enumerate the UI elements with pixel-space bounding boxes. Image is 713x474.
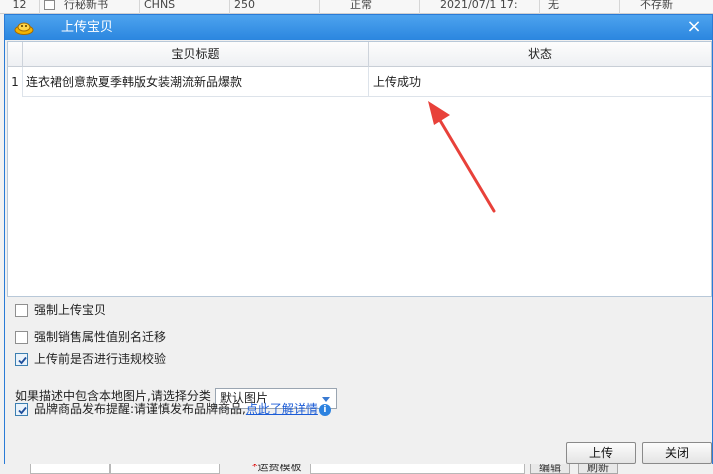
brand-reminder-text: 品牌商品发布提醒:请谨慎发布品牌商品,点此了解详情 i [34, 400, 331, 418]
brand-details-link[interactable]: 点此了解详情 [246, 402, 318, 416]
force-upload-label: 强制上传宝贝 [34, 303, 107, 317]
close-button[interactable]: 关闭 [642, 442, 712, 464]
checkmark-icon [18, 356, 27, 365]
header-index-cell [8, 42, 23, 67]
bg-cell-flag: 无 [540, 0, 620, 14]
background-table-row: 12 行秘新书 CHNS 250 正常 2021/07/1 17: 无 不存新 [0, 0, 713, 14]
bg-cell-extra: 不存新 [640, 0, 673, 11]
app-logo-icon [14, 22, 34, 35]
checkmark-icon [18, 406, 27, 415]
close-icon[interactable]: × [684, 18, 704, 36]
bg-cell-stock: 250 [230, 0, 320, 14]
column-header-status[interactable]: 状态 [369, 42, 711, 67]
column-header-title[interactable]: 宝贝标题 [23, 42, 369, 67]
dialog-title: 上传宝贝 [61, 20, 114, 35]
row-index: 1 [8, 67, 23, 97]
upload-dialog: 上传宝贝 × 宝贝标题 状态 1 连衣裙创意款夏季韩版女装潮流新品爆款 上传成功… [4, 14, 713, 464]
force-alias-migrate-checkbox[interactable] [15, 331, 28, 344]
table-row[interactable]: 1 连衣裙创意款夏季韩版女装潮流新品爆款 上传成功 [8, 67, 711, 97]
pre-upload-check-label: 上传前是否进行违规校验 [34, 352, 167, 366]
row-status: 上传成功 [373, 75, 422, 89]
upload-items-grid: 宝贝标题 状态 1 连衣裙创意款夏季韩版女装潮流新品爆款 上传成功 [7, 41, 712, 297]
pre-upload-check-checkbox[interactable] [15, 353, 28, 366]
row-title: 连衣裙创意款夏季韩版女装潮流新品爆款 [23, 67, 369, 97]
brand-reminder-label: 品牌商品发布提醒:请谨慎发布品牌商品, [34, 402, 246, 416]
info-icon[interactable]: i [318, 403, 331, 416]
upload-button[interactable]: 上传 [566, 442, 636, 464]
bg-cell-state: 正常 [320, 0, 420, 14]
grid-header: 宝贝标题 状态 [8, 42, 711, 67]
bg-cell-title: 行秘新书 [60, 0, 140, 14]
bg-cell-date: 2021/07/1 17: [420, 0, 540, 14]
bg-row-checkbox[interactable] [44, 0, 55, 10]
annotation-arrow-icon [428, 101, 496, 213]
bg-cell-code: CHNS [140, 0, 230, 14]
force-alias-migrate-label: 强制销售属性值别名迁移 [34, 330, 167, 344]
force-upload-checkbox[interactable] [15, 304, 28, 317]
brand-reminder-checkbox[interactable] [15, 403, 28, 416]
dialog-titlebar[interactable]: 上传宝贝 × [5, 15, 712, 40]
dialog-footer: 上传 关闭 [5, 436, 712, 464]
bg-row-number: 12 [0, 0, 40, 14]
